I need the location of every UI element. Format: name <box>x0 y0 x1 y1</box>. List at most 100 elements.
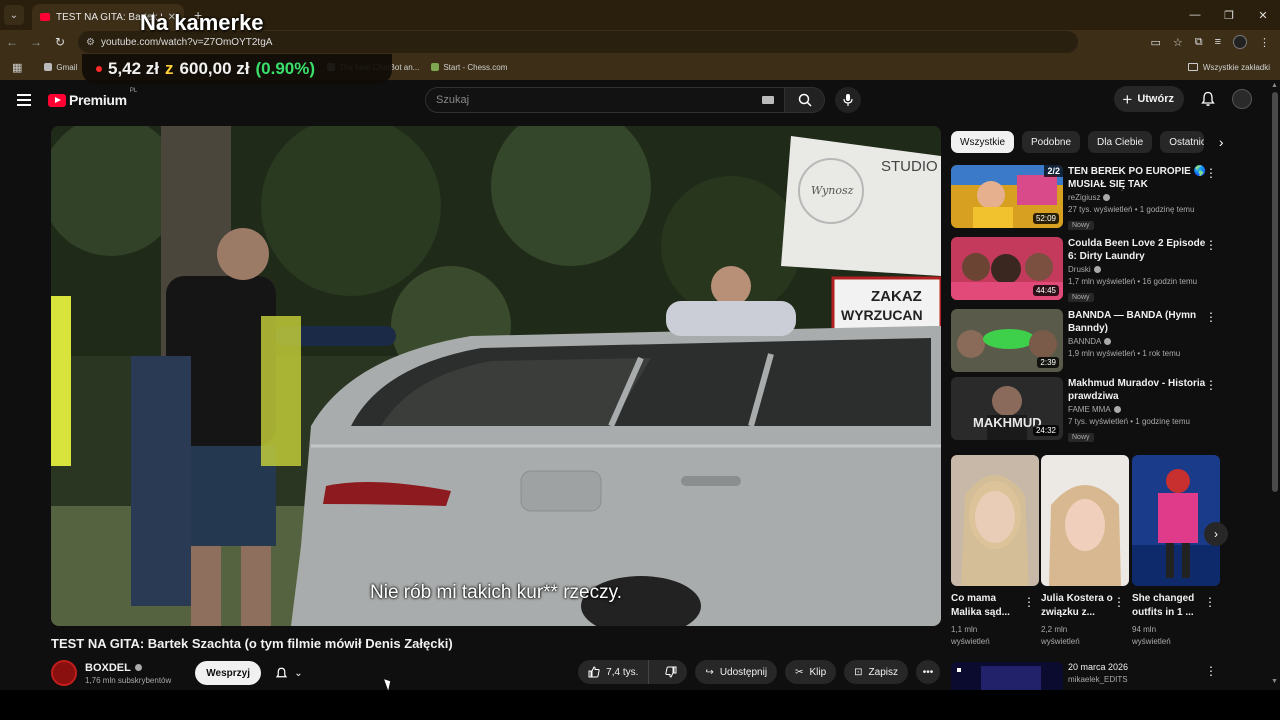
more-vertical-icon[interactable]: ⋮ <box>1205 167 1217 179</box>
close-window-button[interactable]: ✕ <box>1246 0 1280 30</box>
page-scrollbar[interactable]: ▲ ▼ <box>1270 80 1280 690</box>
recommendation-channel[interactable]: reZigiusz <box>1068 193 1208 202</box>
recommendation-stats: 27 tys. wyświetleń • 1 godzinę temu <box>1068 205 1195 214</box>
recommendation-title[interactable]: BANNDA — BANDA (Hymn Banndy) <box>1068 309 1208 335</box>
thumbs-down-icon <box>665 666 677 678</box>
svg-text:MAKHMUD: MAKHMUD <box>973 415 1042 430</box>
channel-name-row[interactable]: BOXDEL <box>85 662 171 674</box>
video-thumbnail[interactable]: 44:45 <box>951 237 1063 300</box>
youtube-logo[interactable]: Premium PL <box>48 88 137 108</box>
more-vertical-icon[interactable]: ⋮ <box>1205 664 1217 678</box>
masthead-right: + Utwórz <box>1114 86 1252 112</box>
reload-button[interactable]: ↻ <box>48 30 72 54</box>
account-avatar[interactable] <box>1232 89 1252 109</box>
short-thumbnail[interactable] <box>951 455 1039 586</box>
thumbnail-image <box>1041 455 1129 586</box>
cast-icon[interactable]: ▭ <box>1150 36 1160 49</box>
scroll-down-icon[interactable]: ▼ <box>1271 678 1278 685</box>
short-title[interactable]: Julia Kostera o związku z... <box>1041 592 1113 620</box>
video-thumbnail[interactable]: MAKHMUD 24:32 <box>951 377 1063 440</box>
more-actions-button[interactable]: ••• <box>916 660 940 684</box>
video-thumbnail[interactable]: 2:39 <box>951 309 1063 372</box>
chevron-right-icon[interactable]: › <box>1212 131 1230 153</box>
chip-related[interactable]: Podobne <box>1022 131 1081 153</box>
channel-name[interactable]: BOXDEL <box>85 662 131 674</box>
short-thumbnail[interactable] <box>1041 455 1129 586</box>
chip-all[interactable]: Wszystkie <box>951 131 1014 153</box>
recommendation-item[interactable]: 20 marca 2026 mikaelek_EDITS ⋮ <box>951 662 1231 690</box>
recommendation-channel[interactable]: Druski <box>1068 265 1208 274</box>
shorts-next-button[interactable]: › <box>1204 522 1228 546</box>
channel-avatar[interactable] <box>51 660 77 686</box>
chevron-down-icon: ⌄ <box>294 667 303 679</box>
create-button[interactable]: + Utwórz <box>1114 86 1184 112</box>
recommendation-item[interactable]: 2/2 52:09 TEN BEREK PO EUROPIE 🌎 MUSIAŁ … <box>951 165 1231 230</box>
scrollbar-thumb[interactable] <box>1272 92 1278 492</box>
recommendation-title[interactable]: 20 marca 2026 <box>1068 662 1128 672</box>
dislike-button[interactable] <box>655 660 687 684</box>
video-player[interactable]: Wynosz STUDIO ZAKAZ WYRZUCAN Nie rób mi … <box>51 126 941 626</box>
keyboard-icon[interactable] <box>762 96 774 104</box>
video-thumbnail[interactable] <box>951 662 1063 690</box>
bookmark-chess[interactable]: Start - Chess.com <box>431 63 507 72</box>
all-bookmarks[interactable]: Wszystkie zakładki <box>1187 54 1270 80</box>
back-button[interactable]: ← <box>0 30 24 54</box>
apps-grid-icon[interactable]: ▦ <box>12 61 22 74</box>
recommendation-channel[interactable]: mikaelek_EDITS <box>1068 675 1128 684</box>
filter-chips: Wszystkie Podobne Dla Ciebie Ostatnio › <box>951 131 1230 153</box>
notifications-bell-icon[interactable] <box>1200 91 1216 107</box>
recommendation-title[interactable]: Coulda Been Love 2 Episode 6: Dirty Laun… <box>1068 237 1208 263</box>
short-title[interactable]: She changed outfits in 1 ... <box>1132 592 1204 620</box>
short-item[interactable]: Co mama Malika sąd... 1,1 mln wyświetleń… <box>951 455 1039 648</box>
chip-recent[interactable]: Ostatnio <box>1160 131 1205 153</box>
recommendation-channel[interactable]: BANNDA <box>1068 337 1208 346</box>
tab-search-button[interactable]: ⌄ <box>4 5 24 25</box>
profile-avatar[interactable] <box>1233 35 1247 49</box>
subscription-bell-button[interactable]: ⌄ <box>269 661 309 685</box>
recommendation-item[interactable]: 2:39 BANNDA — BANDA (Hymn Banndy) BANNDA… <box>951 309 1231 373</box>
more-vertical-icon[interactable]: ⋮ <box>1205 379 1217 391</box>
thumbnail-image <box>1132 455 1220 586</box>
save-button[interactable]: ⊡ Zapisz <box>844 660 908 684</box>
minimize-button[interactable]: — <box>1178 0 1212 30</box>
browser-menu-icon[interactable]: ⋮ <box>1259 36 1270 49</box>
voice-search-button[interactable] <box>835 87 861 113</box>
media-controls-icon[interactable]: ≡ <box>1215 36 1221 48</box>
more-vertical-icon[interactable]: ⋮ <box>1113 595 1125 609</box>
video-thumbnail[interactable]: 2/2 52:09 <box>951 165 1063 228</box>
short-item[interactable]: She changed outfits in 1 ... 94 mln wyśw… <box>1132 455 1220 648</box>
share-button[interactable]: ↪ Udostępnij <box>695 660 778 684</box>
recommendation-title[interactable]: Makhmud Muradov - Historia prawdziwa <box>1068 377 1208 403</box>
chip-for-you[interactable]: Dla Ciebie <box>1088 131 1153 153</box>
menu-icon[interactable] <box>17 94 31 106</box>
recommendation-channel[interactable]: FAME MMA <box>1068 405 1208 414</box>
like-button[interactable]: 7,4 tys. <box>578 660 650 684</box>
more-vertical-icon[interactable]: ⋮ <box>1205 311 1217 323</box>
site-info-icon[interactable]: ⚙ <box>86 37 95 48</box>
maximize-button[interactable]: ❐ <box>1212 0 1246 30</box>
search-input[interactable]: Szukaj <box>425 87 785 113</box>
extensions-icon[interactable]: ⧉ <box>1195 36 1203 49</box>
new-badge: Nowy <box>1068 293 1094 302</box>
recommendation-item[interactable]: 44:45 Coulda Been Love 2 Episode 6: Dirt… <box>951 237 1231 302</box>
clip-button[interactable]: ✂ Klip <box>785 660 837 684</box>
bookmark-star-icon[interactable]: ☆ <box>1173 36 1183 49</box>
bell-icon <box>276 667 288 677</box>
forward-button[interactable]: → <box>24 30 48 54</box>
recommendation-title[interactable]: TEN BEREK PO EUROPIE 🌎 MUSIAŁ SIĘ TAK SK… <box>1068 165 1208 191</box>
short-title[interactable]: Co mama Malika sąd... <box>951 592 1023 620</box>
more-vertical-icon[interactable]: ⋮ <box>1023 595 1035 609</box>
short-item[interactable]: Julia Kostera o związku z... 2,2 mln wyś… <box>1041 455 1129 648</box>
scroll-up-icon[interactable]: ▲ <box>1271 82 1278 89</box>
more-vertical-icon[interactable]: ⋮ <box>1204 595 1216 609</box>
verified-icon <box>1093 266 1101 273</box>
support-button[interactable]: Wesprzyj <box>195 661 261 685</box>
search-button[interactable] <box>785 87 825 113</box>
recommendation-item[interactable]: MAKHMUD 24:32 Makhmud Muradov - Historia… <box>951 377 1231 442</box>
channel-label: Druski <box>1068 265 1091 274</box>
verified-icon <box>1113 406 1121 413</box>
bookmark-gmail[interactable]: Gmail <box>44 63 77 72</box>
more-vertical-icon[interactable]: ⋮ <box>1205 239 1217 251</box>
short-thumbnail[interactable] <box>1132 455 1220 586</box>
plus-icon: + <box>1122 89 1133 109</box>
